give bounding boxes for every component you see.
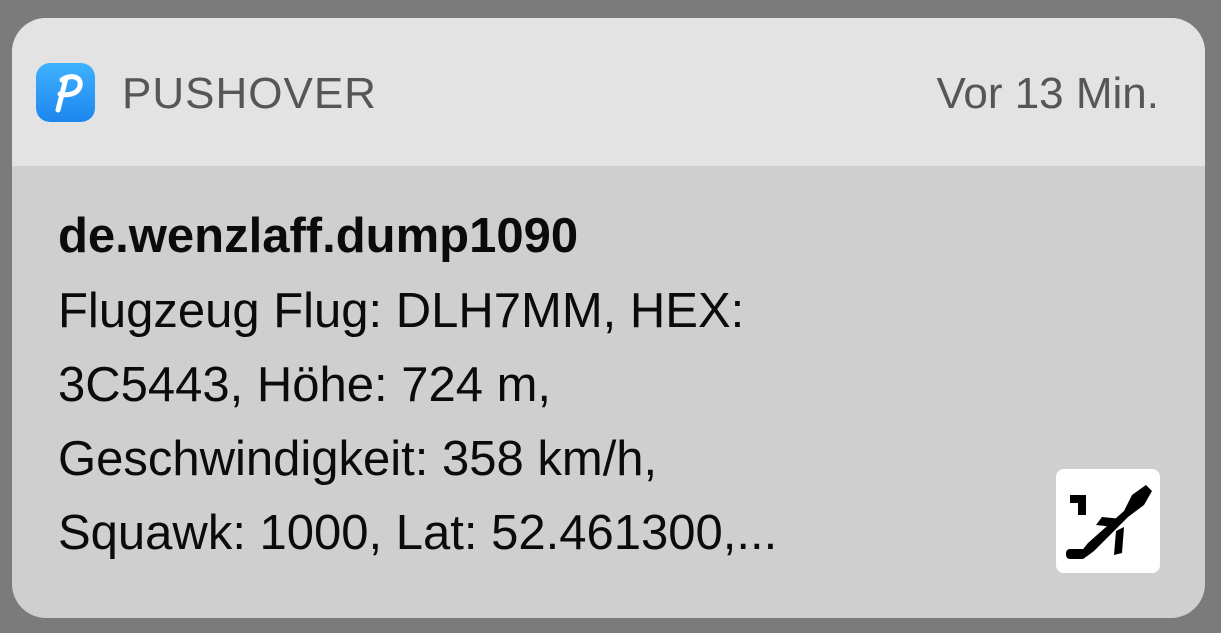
notification-message: Flugzeug Flug: DLH7MM, HEX: 3C5443, Höhe… bbox=[58, 274, 1018, 570]
message-line: Flugzeug Flug: DLH7MM, HEX: bbox=[58, 284, 745, 338]
pushover-logo-icon bbox=[36, 63, 95, 122]
app-name: PUSHOVER bbox=[122, 69, 377, 118]
message-line: 3C5443, Höhe: 724 m, bbox=[58, 358, 552, 412]
airplane-takeoff-icon bbox=[1066, 485, 1152, 559]
notification-title: de.wenzlaff.dump1090 bbox=[58, 209, 579, 263]
notification-header: PUSHOVER Vor 13 Min. bbox=[12, 18, 1205, 166]
notification-card[interactable]: PUSHOVER Vor 13 Min. de.wenzlaff.dump109… bbox=[12, 18, 1205, 618]
message-line: Squawk: 1000, Lat: 52.461300,... bbox=[58, 506, 778, 560]
message-line: Geschwindigkeit: 358 km/h, bbox=[58, 432, 658, 486]
attachment-thumbnail[interactable] bbox=[1056, 469, 1160, 573]
notification-timestamp: Vor 13 Min. bbox=[936, 69, 1159, 118]
notification-body: de.wenzlaff.dump1090 Flugzeug Flug: DLH7… bbox=[58, 206, 1018, 570]
